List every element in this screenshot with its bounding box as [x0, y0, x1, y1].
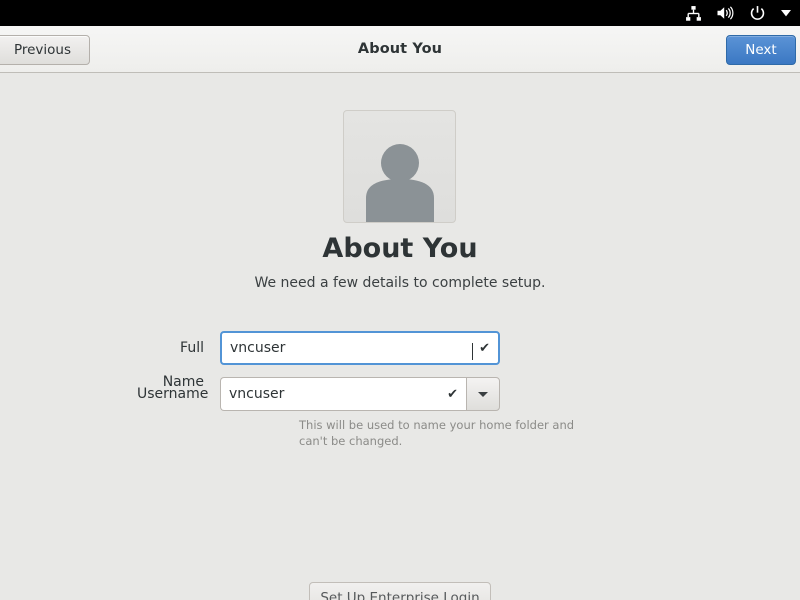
header-bar: About You Previous Next: [0, 26, 800, 73]
previous-button[interactable]: Previous: [0, 35, 90, 65]
page-title: About You: [357, 41, 443, 57]
text-cursor: [472, 342, 474, 360]
main-subheading: We need a few details to complete setup.: [254, 275, 546, 291]
chevron-down-icon[interactable]: [780, 4, 792, 22]
volume-icon[interactable]: [716, 4, 734, 22]
next-button[interactable]: Next: [726, 35, 796, 65]
full-name-value: vncuser: [230, 340, 286, 356]
username-valid-icon: ✔: [447, 386, 458, 402]
avatar[interactable]: [343, 110, 456, 223]
full-name-valid-icon: ✔: [479, 340, 490, 356]
content-area: About You We need a few details to compl…: [0, 73, 800, 600]
username-value: vncuser: [229, 386, 285, 402]
power-icon[interactable]: [748, 4, 766, 22]
username-dropdown-button[interactable]: [466, 377, 500, 411]
chevron-down-icon: [478, 391, 488, 397]
network-icon[interactable]: [684, 4, 702, 22]
username-label: Username: [137, 386, 209, 402]
username-combobox: vncuser ✔: [220, 377, 500, 411]
username-helper-text: This will be used to name your home fold…: [299, 418, 575, 448]
system-tray: [684, 0, 792, 26]
user-silhouette-icon: [365, 144, 434, 222]
system-tray-bar: [0, 0, 800, 26]
set-up-enterprise-login-button[interactable]: Set Up Enterprise Login: [309, 582, 491, 600]
installer-window: About You Previous Next About You We nee…: [0, 0, 800, 600]
field-row-username: Username vncuser ✔: [137, 377, 500, 411]
username-input[interactable]: vncuser ✔: [220, 377, 466, 411]
full-name-input[interactable]: vncuser ✔: [220, 331, 500, 365]
main-heading: About You: [322, 233, 478, 264]
